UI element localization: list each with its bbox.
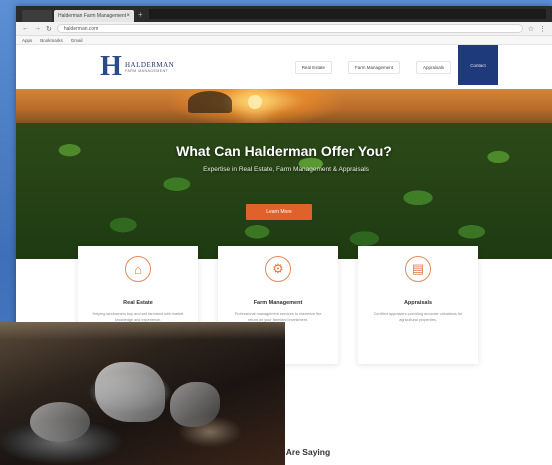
- menu-icon[interactable]: ⋮: [539, 25, 546, 33]
- nav-farm-management[interactable]: Farm Management: [347, 61, 400, 74]
- logo-mark: H: [100, 51, 122, 82]
- close-tab-icon[interactable]: ×: [126, 13, 130, 19]
- hero-cta-button[interactable]: Learn More: [246, 204, 312, 220]
- logo-subtext: FARM MANAGEMENT: [125, 69, 169, 73]
- house-icon: ⌂: [125, 256, 151, 282]
- hero-banner: What Can Halderman Offer You? Expertise …: [16, 89, 552, 259]
- address-bar[interactable]: halderman.com: [56, 24, 523, 33]
- hero-title: What Can Halderman Offer You?: [176, 143, 392, 159]
- hero-subtitle: Expertise in Real Estate, Farm Managemen…: [203, 166, 369, 173]
- reload-icon[interactable]: ↻: [46, 25, 52, 33]
- back-icon[interactable]: ←: [22, 25, 29, 32]
- card-text: Certified appraisers providing accurate …: [373, 312, 463, 322]
- logo-text: HALDERMAN: [125, 61, 175, 69]
- card-title: Appraisals: [403, 300, 433, 306]
- site-header: H HALDERMAN FARM MANAGEMENT Real Estate …: [16, 45, 552, 89]
- nav-appraisals[interactable]: Appraisals: [415, 61, 451, 74]
- new-tab-button[interactable]: +: [138, 10, 143, 19]
- contact-button[interactable]: Contact: [458, 45, 498, 85]
- tab-strip: Halderman Farm Management × +: [16, 6, 552, 22]
- card-title: Real Estate: [123, 300, 153, 306]
- clipboard-icon: ▤: [405, 256, 431, 282]
- bookmarks-bar: Apps Bookmarks Gmail: [16, 36, 552, 45]
- gear-icon: ⚙: [265, 256, 291, 282]
- forward-icon[interactable]: →: [34, 25, 41, 32]
- overlay-photo: [0, 322, 285, 465]
- photo-object: [170, 382, 220, 427]
- star-icon[interactable]: ☆: [528, 25, 534, 33]
- site-logo[interactable]: H HALDERMAN FARM MANAGEMENT: [100, 51, 175, 82]
- hero-tree-silhouette: [188, 91, 232, 113]
- testimonials-heading: s Are Saying: [279, 447, 331, 457]
- bookmark-apps[interactable]: Apps: [22, 36, 32, 44]
- tab-strip-fill: [148, 9, 546, 19]
- card-title: Farm Management: [253, 300, 303, 306]
- bookmark-bookmarks[interactable]: Bookmarks: [40, 36, 63, 44]
- browser-toolbar: ← → ↻ halderman.com ☆ ⋮: [16, 22, 552, 36]
- bookmark-gmail[interactable]: Gmail: [71, 36, 83, 44]
- tab-label: Halderman Farm Management: [58, 13, 127, 19]
- nav-real-estate[interactable]: Real Estate: [294, 61, 332, 74]
- hero-sun: [248, 95, 262, 109]
- photo-object: [95, 362, 165, 422]
- browser-tab-active[interactable]: Halderman Farm Management ×: [54, 10, 134, 22]
- photo-highlight: [0, 322, 285, 340]
- service-card-appraisals[interactable]: ▤ Appraisals Certified appraisers provid…: [358, 246, 478, 364]
- photo-object: [30, 402, 90, 442]
- browser-tab-1[interactable]: [22, 10, 52, 22]
